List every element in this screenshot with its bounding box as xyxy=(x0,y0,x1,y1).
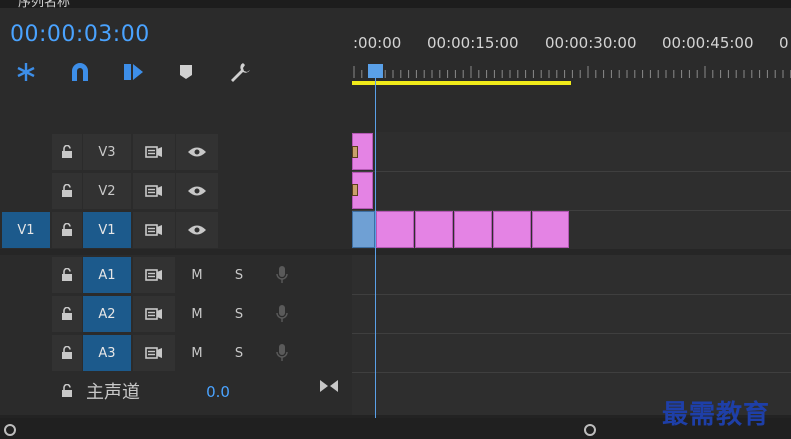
a1-solo-button[interactable]: S xyxy=(218,257,260,293)
v2-eye-icon[interactable] xyxy=(176,173,218,209)
v3-sync-lock-icon[interactable] xyxy=(133,134,175,170)
a3-track-label[interactable]: A3 xyxy=(83,335,131,371)
v3-eye-icon[interactable] xyxy=(176,134,218,170)
v1-clip[interactable] xyxy=(493,211,531,248)
ruler-label-3: 00:00:45:00 xyxy=(662,34,754,52)
watermark-logo: 最需教育 xyxy=(662,400,771,430)
v1-clip[interactable] xyxy=(532,211,569,248)
a2-mute-button[interactable]: M xyxy=(176,296,218,332)
scrollbar-left-handle[interactable] xyxy=(4,424,16,436)
v1-clip-selected[interactable] xyxy=(352,211,375,248)
work-area-bar[interactable] xyxy=(352,81,571,85)
track-separator xyxy=(352,372,791,373)
v2-lock-icon[interactable] xyxy=(52,173,82,209)
v1-sync-lock-icon[interactable] xyxy=(133,212,175,248)
v2-clip-fx-badge xyxy=(352,184,358,196)
ruler-ticks xyxy=(353,66,791,78)
ruler-label-0: :00:00 xyxy=(353,34,402,52)
ruler-label-2: 00:00:30:00 xyxy=(545,34,637,52)
v1-eye-icon[interactable] xyxy=(176,212,218,248)
snap-magnet-icon[interactable] xyxy=(66,58,94,86)
playhead-timecode[interactable]: 00:00:03:00 xyxy=(10,22,150,47)
a1-sync-lock-icon[interactable] xyxy=(133,257,175,293)
v1-track-label[interactable]: V1 xyxy=(83,212,131,248)
master-track-label: 主声道 xyxy=(86,382,140,403)
track-separator xyxy=(352,294,791,295)
a3-lock-icon[interactable] xyxy=(52,335,82,371)
master-lock-icon[interactable] xyxy=(52,376,82,406)
a2-solo-button[interactable]: S xyxy=(218,296,260,332)
track-separator xyxy=(352,171,791,172)
a1-mute-button[interactable]: M xyxy=(176,257,218,293)
v3-lock-icon[interactable] xyxy=(52,134,82,170)
a2-lock-icon[interactable] xyxy=(52,296,82,332)
scrollbar-right-handle[interactable] xyxy=(584,424,596,436)
v2-sync-lock-icon[interactable] xyxy=(133,173,175,209)
a2-sync-lock-icon[interactable] xyxy=(133,296,175,332)
add-marker-icon[interactable] xyxy=(172,58,200,86)
v3-track-label[interactable]: V3 xyxy=(83,134,131,170)
panel-header-strip: 序列名称 xyxy=(0,0,791,10)
a2-track-label[interactable]: A2 xyxy=(83,296,131,332)
go-to-end-icon[interactable] xyxy=(316,373,342,399)
audio-track-area[interactable] xyxy=(352,255,791,373)
v1-lock-icon[interactable] xyxy=(52,212,82,248)
v1-clip[interactable] xyxy=(454,211,492,248)
v3-clip-fx-badge xyxy=(352,146,358,158)
master-volume-value[interactable]: 0.0 xyxy=(198,377,238,407)
v2-track-label[interactable]: V2 xyxy=(83,173,131,209)
nest-sequence-icon[interactable] xyxy=(12,58,40,86)
a1-lock-icon[interactable] xyxy=(52,257,82,293)
track-header-blank xyxy=(218,132,352,249)
track-separator xyxy=(352,333,791,334)
playhead-line xyxy=(375,78,376,420)
a1-microphone-icon[interactable] xyxy=(262,257,302,293)
a1-track-label[interactable]: A1 xyxy=(83,257,131,293)
linked-selection-icon[interactable] xyxy=(119,58,147,86)
settings-wrench-icon[interactable] xyxy=(226,58,254,86)
a3-solo-button[interactable]: S xyxy=(218,335,260,371)
ruler-label-1: 00:00:15:00 xyxy=(427,34,519,52)
v1-source-patch[interactable]: V1 xyxy=(2,212,50,248)
a3-sync-lock-icon[interactable] xyxy=(133,335,175,371)
v1-clip[interactable] xyxy=(415,211,453,248)
a2-microphone-icon[interactable] xyxy=(262,296,302,332)
a3-mute-button[interactable]: M xyxy=(176,335,218,371)
ruler-label-4: 0 xyxy=(779,34,789,52)
v1-clip[interactable] xyxy=(376,211,414,248)
a3-microphone-icon[interactable] xyxy=(262,335,302,371)
playhead-handle[interactable] xyxy=(368,64,383,78)
